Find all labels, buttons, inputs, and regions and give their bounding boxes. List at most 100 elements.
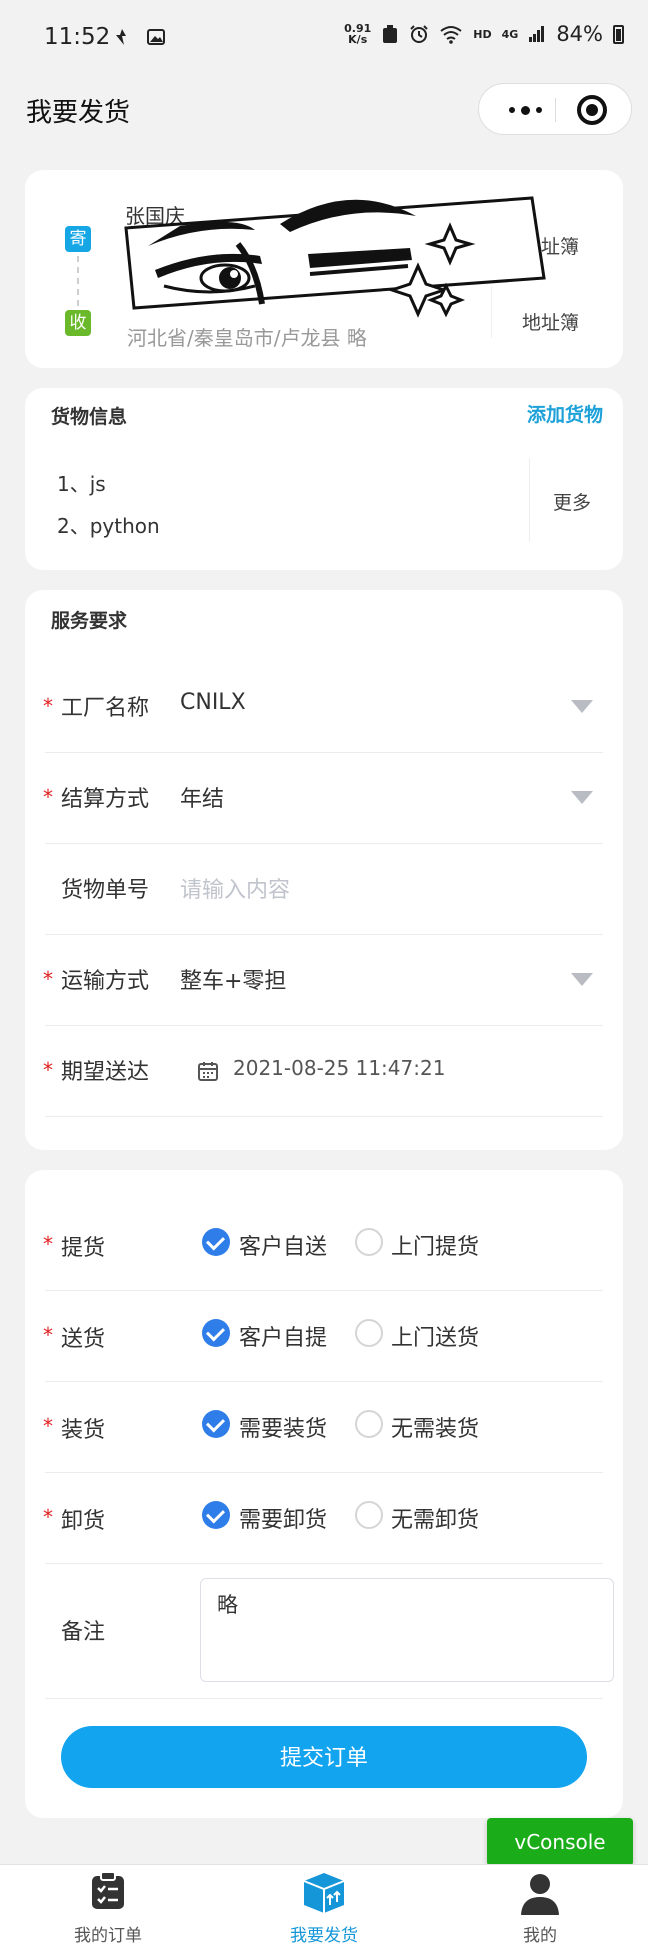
unloading-option-1-label[interactable]: 需要卸货: [239, 1502, 327, 1534]
alarm-icon: [410, 25, 428, 43]
delivery-row: * 送货 客户自提 上门送货: [43, 1291, 603, 1382]
calendar-icon[interactable]: [197, 1060, 219, 1082]
transport-row[interactable]: * 运输方式 整车+零担: [43, 935, 603, 1026]
loading-option-2-radio[interactable]: [355, 1410, 383, 1438]
receiver-tag: 收: [65, 310, 91, 336]
battery-icon: [613, 24, 624, 44]
unloading-row: * 卸货 需要卸货 无需卸货: [43, 1473, 603, 1564]
goods-more-button[interactable]: 更多: [553, 488, 591, 515]
expected-delivery-row: * 期望送达 2021-08-25 11:47:21: [43, 1026, 603, 1117]
capsule-divider: [555, 98, 556, 122]
delivery-label: 送货: [61, 1327, 106, 1352]
network-speed: 0.91 K/s: [344, 22, 372, 46]
status-time: 11:52: [44, 24, 111, 50]
pickup-label: 提货: [61, 1236, 106, 1261]
goods-number-input[interactable]: 请输入内容: [180, 872, 290, 904]
service-section-title: 服务要求: [51, 610, 128, 632]
service-requirements-card: 服务要求 * 工厂名称 CNILX * 结算方式 年结 货物单号 请输入内容 *…: [25, 590, 623, 1150]
delivery-option-2-label[interactable]: 上门送货: [391, 1320, 479, 1352]
tab-ship-goods[interactable]: 我要发货: [216, 1865, 432, 1953]
factory-name-row[interactable]: * 工厂名称 CNILX: [43, 662, 603, 753]
app-notification-icon: [116, 29, 126, 45]
add-goods-button[interactable]: 添加货物: [527, 400, 603, 427]
handling-options-card: * 提货 客户自送 上门提货 * 送货 客户自提 上门送货 * 装货 需要装货 …: [25, 1170, 623, 1818]
factory-name-label: 工厂名称: [61, 696, 150, 721]
required-mark: *: [43, 967, 53, 991]
wifi-icon: [440, 26, 462, 44]
goods-item: 1、js: [57, 472, 106, 496]
box-ship-icon: [303, 1873, 345, 1913]
settlement-select[interactable]: 年结: [180, 781, 224, 813]
more-menu-icon[interactable]: [499, 97, 551, 123]
tab-label: 我要发货: [290, 1926, 358, 1946]
page-title: 我要发货: [26, 98, 131, 128]
tab-label: 我的订单: [74, 1926, 142, 1946]
recycle-icon: [383, 25, 398, 43]
goods-info-card: 货物信息 添加货物 1、js 2、python 更多: [25, 388, 623, 570]
goods-item: 2、python: [57, 514, 160, 538]
tab-mine[interactable]: 我的: [432, 1865, 648, 1953]
goods-number-row: 货物单号 请输入内容: [45, 844, 603, 935]
tab-my-orders[interactable]: 我的订单: [0, 1865, 216, 1953]
loading-option-1-radio[interactable]: [202, 1410, 230, 1438]
unloading-option-2-label[interactable]: 无需卸货: [391, 1502, 479, 1534]
required-mark: *: [43, 1058, 53, 1082]
loading-label: 装货: [61, 1418, 106, 1443]
submit-order-button[interactable]: 提交订单: [61, 1726, 587, 1788]
goods-section-title: 货物信息: [51, 406, 128, 428]
goods-divider: [529, 458, 530, 542]
expected-delivery-picker[interactable]: 2021-08-25 11:47:21: [233, 1056, 445, 1080]
loading-row: * 装货 需要装货 无需装货: [43, 1382, 603, 1473]
required-mark: *: [43, 1232, 53, 1256]
vconsole-button[interactable]: vConsole: [487, 1818, 633, 1866]
loading-option-2-label[interactable]: 无需装货: [391, 1411, 479, 1443]
signal-icon: [529, 26, 545, 42]
unloading-option-1-radio[interactable]: [202, 1501, 230, 1529]
network-type: 4G: [501, 27, 519, 41]
delivery-option-2-radio[interactable]: [355, 1319, 383, 1347]
required-mark: *: [43, 1414, 53, 1438]
remark-row: 备注 略: [45, 1564, 614, 1699]
unloading-option-2-radio[interactable]: [355, 1501, 383, 1529]
factory-name-select[interactable]: CNILX: [180, 690, 246, 715]
pickup-option-1-radio[interactable]: [202, 1228, 230, 1256]
remark-label: 备注: [61, 1620, 106, 1645]
pickup-row: * 提货 客户自送 上门提货: [43, 1200, 603, 1291]
settlement-row[interactable]: * 结算方式 年结: [43, 753, 603, 844]
address-connector: [77, 256, 79, 306]
chevron-down-icon[interactable]: [571, 791, 593, 804]
goods-number-label: 货物单号: [61, 878, 150, 903]
battery-percent: 84%: [556, 22, 603, 46]
pickup-option-1-label[interactable]: 客户自送: [239, 1229, 327, 1261]
required-mark: *: [43, 785, 53, 809]
unloading-label: 卸货: [61, 1509, 106, 1534]
clipboard-list-icon: [92, 1871, 124, 1909]
expected-delivery-label: 期望送达: [61, 1060, 150, 1085]
status-right-icons: 0.91 K/s HD 4G 84%: [344, 22, 624, 46]
hd-label: HD: [473, 27, 492, 41]
anime-eyes-sticker-icon: [124, 196, 546, 318]
pickup-option-2-label[interactable]: 上门提货: [391, 1229, 479, 1261]
transport-label: 运输方式: [61, 969, 150, 994]
tab-label: 我的: [523, 1926, 557, 1946]
user-icon: [521, 1874, 559, 1915]
settlement-label: 结算方式: [61, 787, 150, 812]
image-icon: [147, 29, 165, 45]
pickup-option-2-radio[interactable]: [355, 1228, 383, 1256]
receiver-address[interactable]: 河北省/秦皇岛市/卢龙县 略: [127, 322, 367, 351]
delivery-option-1-label[interactable]: 客户自提: [239, 1320, 327, 1352]
title-bar: 我要发货: [0, 80, 648, 144]
chevron-down-icon[interactable]: [571, 700, 593, 713]
close-mini-program-icon[interactable]: [577, 95, 607, 125]
mini-program-capsule: [478, 83, 632, 135]
bottom-tab-bar: 我的订单 我要发货 我的: [0, 1864, 648, 1953]
delivery-option-1-radio[interactable]: [202, 1319, 230, 1347]
transport-select[interactable]: 整车+零担: [180, 963, 286, 995]
status-notification-icons: [112, 27, 166, 47]
sender-tag: 寄: [65, 226, 91, 252]
chevron-down-icon[interactable]: [571, 973, 593, 986]
status-bar: 11:52 0.91 K/s HD 4G 84%: [0, 0, 648, 80]
remark-textarea[interactable]: 略: [200, 1578, 614, 1682]
required-mark: *: [43, 1323, 53, 1347]
loading-option-1-label[interactable]: 需要装货: [239, 1411, 327, 1443]
